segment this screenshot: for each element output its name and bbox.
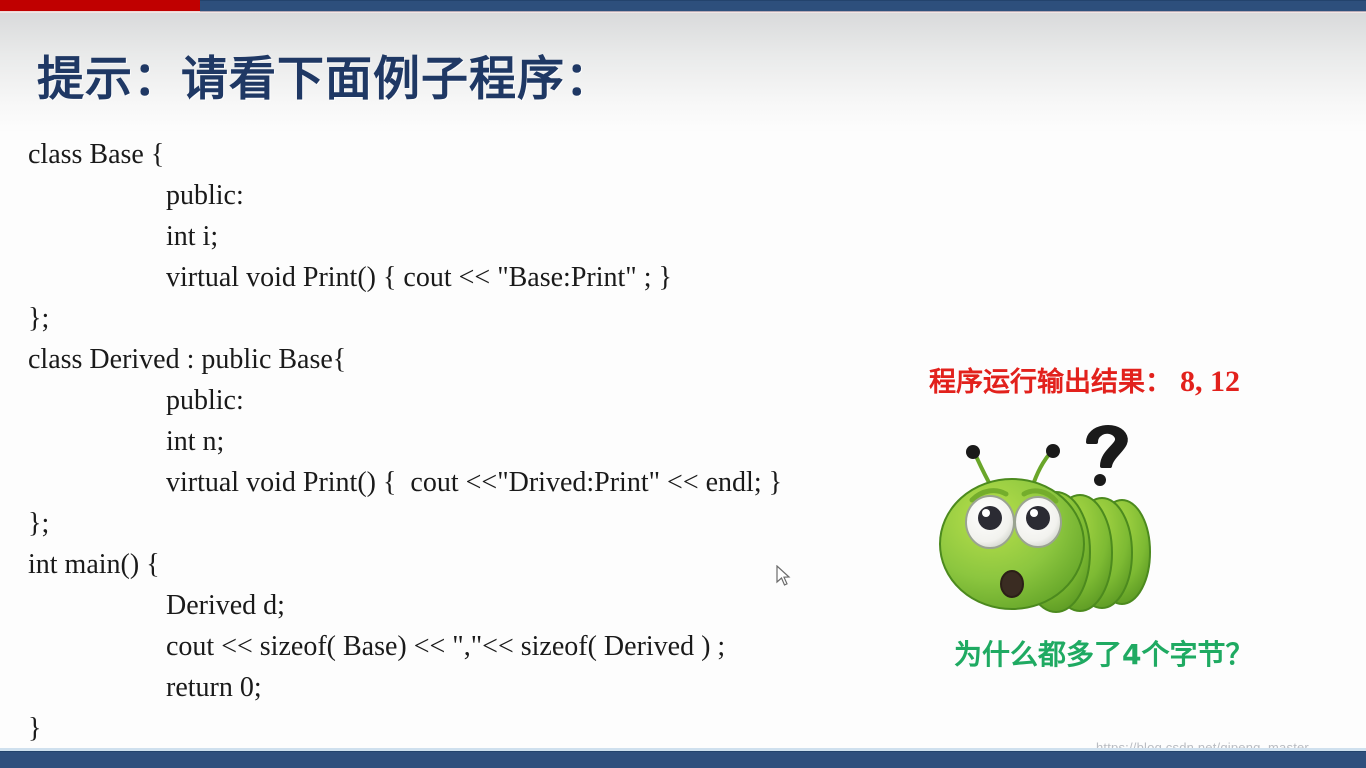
program-output-annotation: 程序运行输出结果： 8, 12 [929, 360, 1240, 399]
code-line: Derived d; [166, 590, 285, 621]
slide-top-bar-red-segment [0, 0, 200, 11]
code-line: int n; [166, 426, 225, 457]
mouse-cursor [776, 565, 791, 586]
caterpillar-antenna-tip-left [966, 445, 980, 459]
code-line: }; [28, 508, 50, 539]
slide-title: 提示：请看下面例子程序： [37, 52, 613, 107]
code-line: int main() { [28, 549, 160, 580]
caterpillar-mascot-icon [939, 425, 1151, 613]
code-line: return 0; [166, 672, 262, 703]
code-line: } [28, 713, 42, 744]
presentation-slide: 提示：请看下面例子程序： class Base {public: int i; vi… [0, 0, 1366, 768]
slide-bottom-bar [0, 751, 1366, 768]
caterpillar-mouth [1000, 570, 1024, 598]
code-line: int i; [166, 221, 219, 252]
code-line: }; [28, 303, 50, 334]
program-output-value: 8, 12 [1180, 365, 1240, 398]
code-listing: class Base {public: int i; virtual void Pr… [28, 134, 928, 749]
caterpillar-antenna-tip-right [1046, 444, 1060, 458]
code-line: public: [166, 385, 244, 416]
code-line: class Base { [28, 139, 165, 170]
code-line: class Derived : public Base{ [28, 344, 347, 375]
question-annotation: 为什么都多了4个字节？ [954, 638, 1254, 671]
code-line: public: [166, 180, 244, 211]
code-line: cout << sizeof( Base) << ","<< sizeof( D… [166, 631, 726, 662]
question-mark-icon [1086, 425, 1128, 486]
code-line: virtual void Print() { cout <<"Drived:Pr… [166, 467, 783, 498]
program-output-label: 程序运行输出结果： [929, 367, 1172, 398]
slide-top-bar [0, 0, 1366, 12]
code-line: virtual void Print() { cout << "Base:Pri… [166, 262, 672, 293]
